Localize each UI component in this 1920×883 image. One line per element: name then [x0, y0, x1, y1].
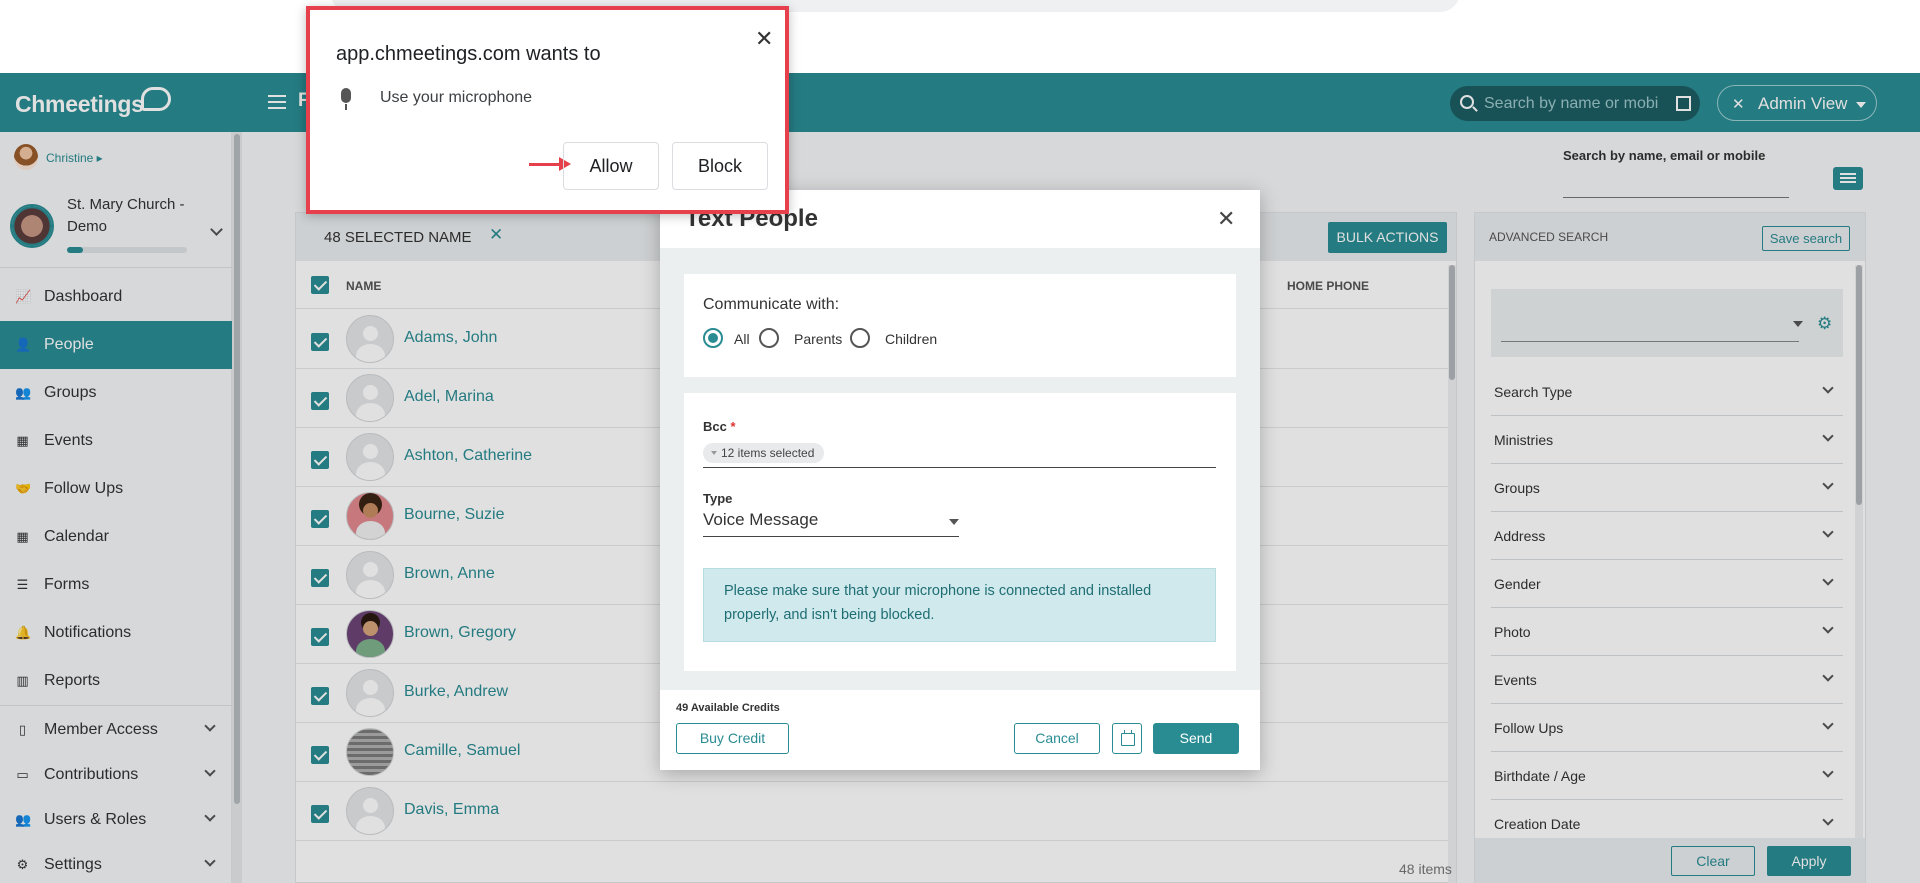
required-marker: * [730, 419, 736, 434]
microphone-info-alert: Please make sure that your microphone is… [703, 568, 1216, 642]
permission-title: app.chmeetings.com wants to [336, 43, 601, 65]
type-label: Type [703, 491, 733, 506]
close-icon[interactable]: ✕ [1217, 206, 1235, 232]
text-people-modal: Text People ✕ Communicate with: All Pare… [660, 190, 1260, 770]
microphone-permission-popup: app.chmeetings.com wants to ✕ Use your m… [306, 6, 789, 214]
bcc-label: Bcc * [703, 419, 736, 434]
type-select-underline [703, 536, 959, 537]
schedule-calendar-icon[interactable] [1112, 723, 1142, 754]
radio-children-label: Children [885, 331, 938, 347]
cancel-button[interactable]: Cancel [1014, 723, 1100, 754]
bcc-selection-chip[interactable]: 12 items selected [703, 443, 825, 463]
allow-button[interactable]: Allow [563, 142, 659, 190]
browser-top-area [0, 0, 1920, 73]
radio-all[interactable] [703, 328, 723, 348]
block-button[interactable]: Block [672, 142, 768, 190]
available-credits: 49 Available Credits [676, 702, 780, 714]
bcc-input[interactable] [703, 467, 1216, 468]
permission-description: Use your microphone [380, 89, 533, 106]
radio-all-label: All [734, 331, 750, 347]
buy-credit-button[interactable]: Buy Credit [676, 723, 789, 754]
microphone-icon [341, 88, 351, 110]
send-button[interactable]: Send [1153, 723, 1239, 754]
bcc-label-text: Bcc [703, 419, 727, 434]
radio-children[interactable] [850, 328, 870, 348]
modal-footer: 49 Available Credits Buy Credit Cancel S… [660, 690, 1260, 770]
arrow-right-icon [529, 157, 571, 171]
radio-parents[interactable] [759, 328, 779, 348]
communicate-with-label: Communicate with: [703, 296, 840, 313]
communicate-with-card: Communicate with: All Parents Children [684, 274, 1236, 377]
message-form-card: Bcc * 12 items selected Type Voice Messa… [684, 393, 1236, 671]
close-icon[interactable]: ✕ [755, 26, 773, 52]
type-select[interactable]: Voice Message [703, 510, 818, 530]
radio-parents-label: Parents [794, 331, 843, 347]
caret-down-icon[interactable] [949, 519, 959, 525]
